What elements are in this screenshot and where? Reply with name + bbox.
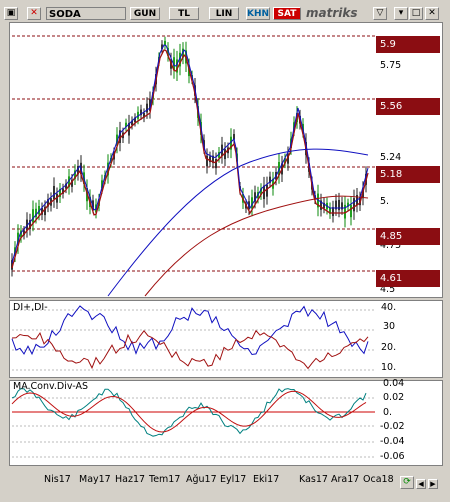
month-label: Nis17 xyxy=(44,474,71,485)
candle-body xyxy=(338,199,340,211)
time-axis: Nis17 May17 Haz17 Tem17 Ağu17 Eyl17 Eki1… xyxy=(0,466,450,502)
level-label: 5.56 xyxy=(376,98,440,115)
level-label: 4.61 xyxy=(376,270,440,287)
month-label: Eki17 xyxy=(253,474,280,485)
scroll-right-icon[interactable]: ▶ xyxy=(428,479,438,489)
month-label: Tem17 xyxy=(149,474,181,485)
price-tick: 5.24 xyxy=(380,152,402,163)
di-tick: 10. xyxy=(381,362,397,373)
price-tick: 5. xyxy=(380,196,390,207)
candle-body xyxy=(350,204,352,218)
long-ma-red-line xyxy=(144,195,369,297)
di-chart xyxy=(11,305,375,371)
month-label: May17 xyxy=(79,474,111,485)
macd-panel-title: MA.Conv.Div-AS xyxy=(13,381,88,392)
month-label: Haz17 xyxy=(115,474,146,485)
macd-tick: 0.04 xyxy=(383,378,405,389)
short-ma-line xyxy=(11,49,369,269)
level-label: 5.18 xyxy=(376,166,440,183)
month-label: Kas17 xyxy=(299,474,328,485)
scroll-left-icon[interactable]: ◀ xyxy=(416,479,426,489)
price-tick: 5.75 xyxy=(380,60,402,71)
candle-body xyxy=(164,40,166,46)
month-label: Ara17 xyxy=(331,474,360,485)
candle-body xyxy=(53,185,55,200)
candle-body xyxy=(266,184,268,197)
level-label: 5.9 xyxy=(376,36,440,53)
macd-tick: -0.04 xyxy=(380,436,405,447)
di-panel-title: DI+,DI- xyxy=(13,302,48,313)
price-chart xyxy=(11,35,375,297)
candle-body xyxy=(32,209,34,223)
candle-body xyxy=(353,198,355,212)
di-tick: 30 xyxy=(383,321,396,332)
macd-chart xyxy=(11,388,375,458)
macd-tick: -0.02 xyxy=(380,421,405,432)
di-tick: 20. xyxy=(381,342,397,353)
month-label: Oca18 xyxy=(363,474,394,485)
di-tick: 40. xyxy=(381,302,397,313)
refresh-icon[interactable]: ⟳ xyxy=(400,476,414,489)
macd-tick: 0. xyxy=(383,407,393,418)
macd-tick: -0.06 xyxy=(380,451,405,462)
candle-body xyxy=(146,103,148,113)
fast-ma-line xyxy=(11,44,369,264)
level-label: 4.85 xyxy=(376,228,440,245)
month-label: Ağu17 xyxy=(186,474,217,485)
macd-tick: 0.02 xyxy=(383,392,405,403)
month-label: Eyl17 xyxy=(220,474,247,485)
